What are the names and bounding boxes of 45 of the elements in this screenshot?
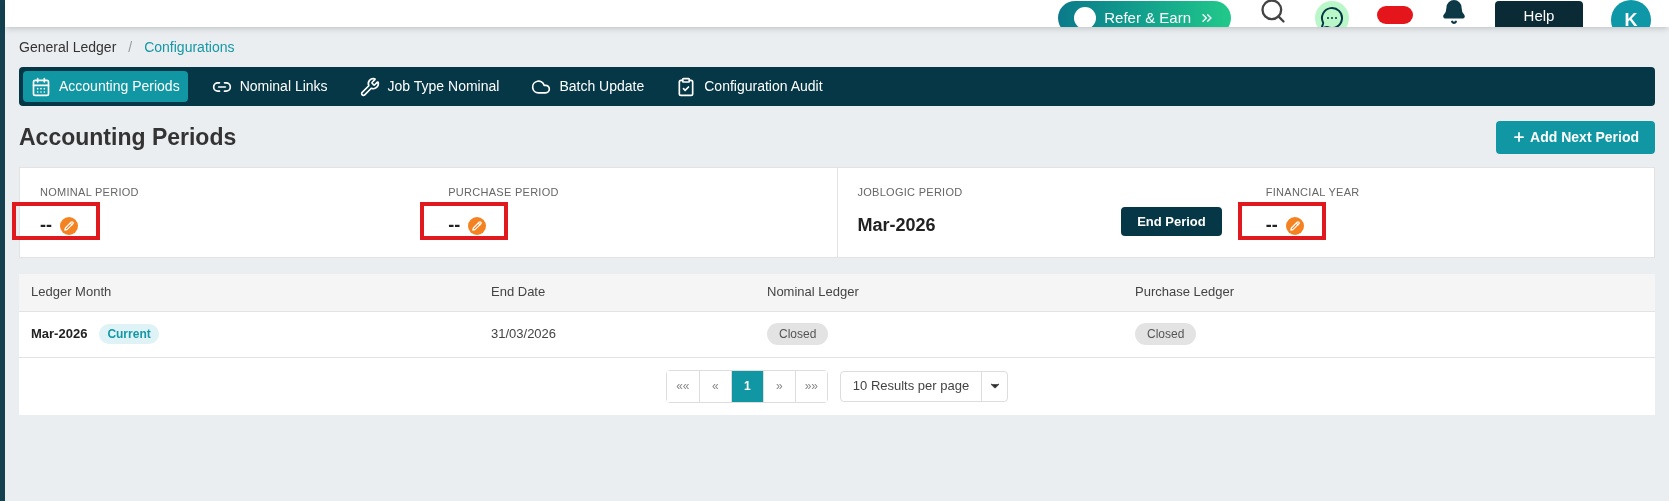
page-title: Accounting Periods bbox=[19, 123, 237, 152]
column-header: Ledger Month bbox=[30, 283, 113, 302]
avatar[interactable]: K bbox=[1611, 0, 1651, 27]
period-label: PURCHASE PERIOD bbox=[448, 184, 560, 200]
page-button[interactable]: »» bbox=[794, 370, 827, 402]
column-header: End Date bbox=[491, 283, 547, 302]
search-icon[interactable] bbox=[1259, 0, 1287, 25]
status-badge: Closed bbox=[767, 323, 829, 345]
table-cell: 31/03/2026 bbox=[491, 326, 557, 342]
status-badge: Closed bbox=[1135, 323, 1197, 345]
page-size-select[interactable]: 10 Results per page bbox=[839, 370, 1009, 402]
calendar-icon bbox=[31, 76, 51, 97]
period-value: -- bbox=[1265, 214, 1278, 237]
end-period-button[interactable]: End Period bbox=[1121, 207, 1222, 236]
status-badge: Current bbox=[99, 324, 159, 344]
edit-icon[interactable] bbox=[60, 216, 78, 235]
chat-icon[interactable] bbox=[1315, 1, 1349, 27]
refer-earn-button[interactable]: Refer & Earn bbox=[1058, 1, 1231, 27]
edit-icon[interactable] bbox=[1285, 216, 1304, 235]
wrench-icon bbox=[359, 76, 380, 97]
period-label: JOBLOGIC PERIOD bbox=[857, 184, 964, 200]
nav-tab[interactable]: Accounting Periods bbox=[23, 71, 188, 102]
column-header: Purchase Ledger bbox=[1135, 283, 1235, 302]
breadcrumb-item: General Ledger bbox=[19, 38, 117, 57]
period-value: Mar-2026 bbox=[857, 214, 936, 237]
edit-icon[interactable] bbox=[468, 216, 487, 235]
phone-badge-icon[interactable] bbox=[1377, 6, 1413, 24]
period-label: NOMINAL PERIOD bbox=[40, 184, 140, 200]
add-period-button[interactable]: Add Next Period bbox=[1496, 120, 1655, 154]
period-value: -- bbox=[40, 214, 52, 237]
nav-tab[interactable]: Nominal Links bbox=[203, 71, 336, 102]
period-value: -- bbox=[448, 214, 461, 237]
plus-icon bbox=[1512, 130, 1527, 145]
nav-tab[interactable]: Configuration Audit bbox=[668, 71, 831, 102]
clipboard-check-icon bbox=[676, 76, 697, 97]
bell-icon[interactable] bbox=[1441, 0, 1467, 25]
nav-tab[interactable]: Batch Update bbox=[523, 71, 653, 102]
breadcrumb-link[interactable]: Configurations bbox=[144, 37, 235, 58]
breadcrumb-separator: / bbox=[128, 38, 133, 57]
table-cell-text: Mar-2026 bbox=[31, 325, 88, 344]
page-button[interactable]: 1 bbox=[730, 370, 763, 402]
period-label: FINANCIAL YEAR bbox=[1265, 184, 1361, 200]
column-header: Nominal Ledger bbox=[767, 283, 860, 302]
nav-tab[interactable]: Job Type Nominal bbox=[351, 71, 508, 102]
help-button[interactable]: Help bbox=[1495, 1, 1583, 27]
